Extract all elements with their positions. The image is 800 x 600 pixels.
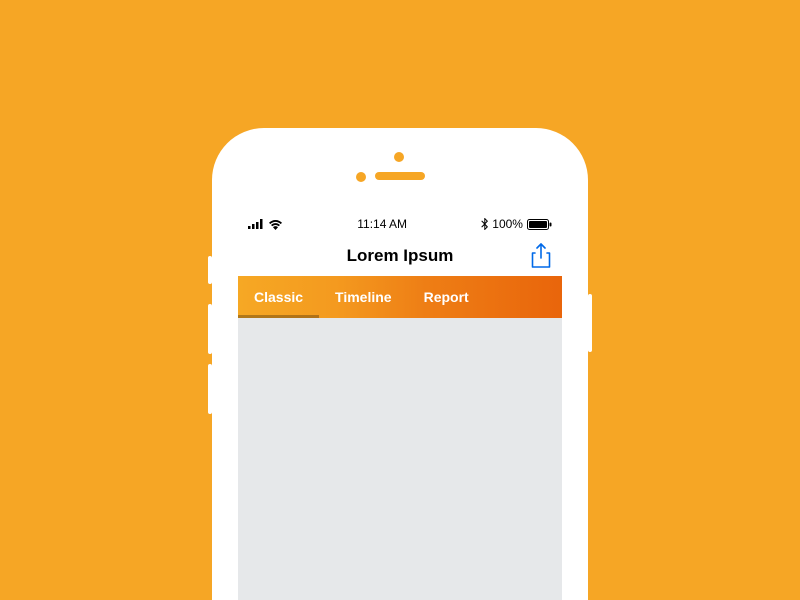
page-title: Lorem Ipsum bbox=[347, 246, 454, 266]
share-icon bbox=[530, 243, 552, 269]
tab-bar: Classic Timeline Report bbox=[238, 276, 562, 318]
earpiece-speaker bbox=[375, 172, 425, 180]
tab-classic[interactable]: Classic bbox=[238, 276, 319, 318]
phone-mockup: 11:14 AM 100% Lorem Ipsum bbox=[212, 128, 588, 600]
content-area bbox=[238, 318, 562, 600]
share-button[interactable] bbox=[530, 243, 552, 269]
tab-label: Timeline bbox=[335, 289, 392, 305]
side-button-power bbox=[588, 294, 592, 352]
nav-bar: Lorem Ipsum bbox=[238, 236, 562, 276]
cellular-signal-icon bbox=[248, 219, 264, 229]
status-bar: 11:14 AM 100% bbox=[238, 212, 562, 236]
status-time: 11:14 AM bbox=[357, 217, 407, 231]
bluetooth-icon bbox=[481, 218, 488, 230]
side-button-vol-up bbox=[208, 304, 212, 354]
tab-timeline[interactable]: Timeline bbox=[319, 276, 408, 318]
side-button-vol-down bbox=[208, 364, 212, 414]
tab-label: Report bbox=[424, 289, 469, 305]
side-button-mute bbox=[208, 256, 212, 284]
front-camera bbox=[356, 172, 366, 182]
status-left bbox=[248, 219, 283, 230]
tab-label: Classic bbox=[254, 289, 303, 305]
status-right: 100% bbox=[481, 217, 552, 231]
tab-report[interactable]: Report bbox=[408, 276, 485, 318]
battery-icon bbox=[527, 219, 552, 230]
phone-screen: 11:14 AM 100% Lorem Ipsum bbox=[238, 212, 562, 600]
battery-percent: 100% bbox=[492, 217, 523, 231]
wifi-icon bbox=[268, 219, 283, 230]
proximity-sensor bbox=[394, 152, 404, 162]
